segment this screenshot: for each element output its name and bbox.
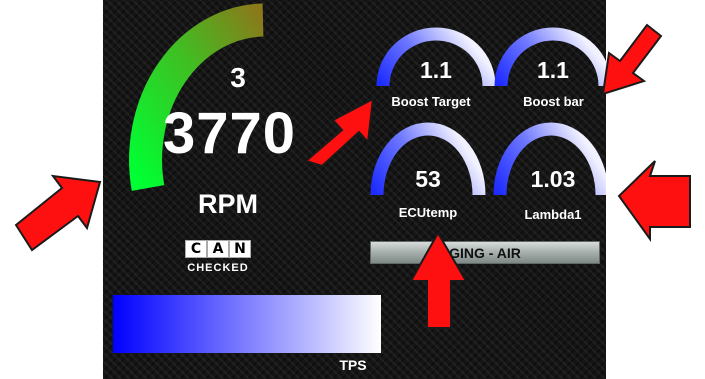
arrow-icon [303,97,375,168]
arrow-icon [409,230,468,329]
arrow-icon [617,160,691,243]
arrow-icon [14,174,102,252]
arrow-icon [14,23,691,329]
arrow-icon [601,23,663,96]
